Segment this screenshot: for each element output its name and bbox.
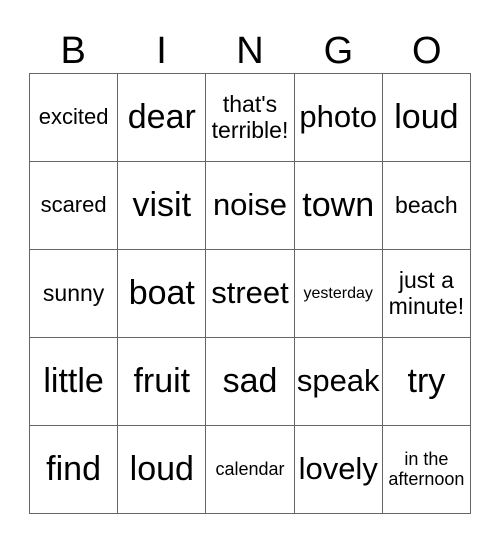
bingo-cell[interactable]: loud bbox=[381, 73, 470, 161]
header-letter-b: B bbox=[60, 30, 86, 72]
bingo-cell[interactable]: town bbox=[293, 161, 382, 249]
cell-word: noise bbox=[212, 187, 288, 223]
header-letter-o: O bbox=[411, 30, 442, 72]
cell-word: loud bbox=[129, 449, 194, 488]
cell-word: scared bbox=[40, 192, 107, 218]
bingo-cell[interactable]: beach bbox=[381, 161, 470, 249]
cell-word: photo bbox=[299, 99, 377, 135]
bingo-cell[interactable]: visit bbox=[117, 161, 206, 249]
cell-word: fruit bbox=[133, 361, 191, 400]
cell-word: town bbox=[302, 185, 375, 224]
header-letter-i: I bbox=[156, 30, 167, 72]
cell-word: try bbox=[407, 361, 446, 400]
bingo-header: B I N G O bbox=[29, 30, 471, 73]
cell-word: beach bbox=[395, 191, 458, 218]
bingo-cell[interactable]: street bbox=[205, 249, 294, 337]
cell-word: in the afternoon bbox=[388, 448, 465, 489]
cell-word: sunny bbox=[42, 279, 105, 306]
cell-word: speak bbox=[296, 363, 380, 399]
bingo-cell[interactable]: try bbox=[381, 337, 470, 425]
bingo-cell[interactable]: sad bbox=[205, 337, 294, 425]
bingo-cell[interactable]: noise bbox=[205, 161, 294, 249]
bingo-cell[interactable]: little bbox=[29, 337, 118, 425]
cell-word: street bbox=[211, 275, 289, 311]
bingo-cell[interactable]: just a minute! bbox=[381, 249, 470, 337]
bingo-grid: excited dear that's terrible! photo loud scar… bbox=[29, 73, 471, 514]
bingo-cell[interactable]: fruit bbox=[117, 337, 206, 425]
cell-word: excited bbox=[38, 104, 109, 130]
bingo-cell[interactable]: that's terrible! bbox=[205, 73, 294, 161]
bingo-cell[interactable]: sunny bbox=[29, 249, 118, 337]
bingo-cell[interactable]: excited bbox=[29, 73, 118, 161]
bingo-cell[interactable]: dear bbox=[117, 73, 206, 161]
cell-word: that's terrible! bbox=[211, 91, 289, 143]
bingo-cell[interactable]: boat bbox=[117, 249, 206, 337]
bingo-cell[interactable]: find bbox=[29, 425, 118, 513]
cell-word: loud bbox=[394, 97, 459, 136]
cell-word: sad bbox=[222, 361, 278, 400]
bingo-cell[interactable]: lovely bbox=[293, 425, 382, 513]
cell-word: boat bbox=[128, 273, 195, 312]
cell-word: lovely bbox=[298, 451, 378, 487]
cell-word: yesterday bbox=[303, 284, 373, 302]
bingo-cell[interactable]: speak bbox=[293, 337, 382, 425]
cell-word: little bbox=[43, 361, 104, 400]
bingo-cell[interactable]: scared bbox=[29, 161, 118, 249]
bingo-cell[interactable]: yesterday bbox=[293, 249, 382, 337]
header-letter-g: G bbox=[323, 30, 354, 72]
cell-word: find bbox=[46, 449, 101, 488]
cell-word: just a minute! bbox=[388, 267, 465, 319]
header-letter-n: N bbox=[236, 30, 264, 72]
cell-word: visit bbox=[132, 185, 192, 224]
bingo-cell[interactable]: calendar bbox=[205, 425, 294, 513]
cell-word: dear bbox=[127, 97, 196, 136]
cell-word: calendar bbox=[215, 458, 285, 479]
bingo-cell[interactable]: photo bbox=[293, 73, 382, 161]
bingo-cell[interactable]: in the afternoon bbox=[381, 425, 470, 513]
bingo-cell[interactable]: loud bbox=[117, 425, 206, 513]
